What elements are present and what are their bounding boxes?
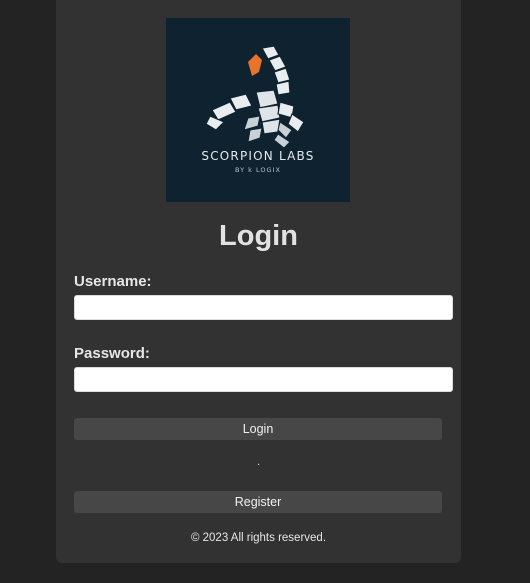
register-button[interactable]: Register [74, 491, 442, 513]
username-input[interactable] [74, 295, 453, 320]
logo-subtitle: BY k LOGIX [235, 166, 281, 174]
password-label: Password: [74, 345, 150, 362]
username-label: Username: [74, 273, 152, 290]
login-button[interactable]: Login [74, 418, 442, 440]
scorpion-labs-logo: SCORPION LABS BY k LOGIX [166, 18, 350, 202]
password-input[interactable] [74, 367, 453, 392]
separator-dot: . [256, 454, 261, 468]
page-title: Login [219, 220, 298, 252]
login-card: SCORPION LABS BY k LOGIX Login Username:… [56, 0, 461, 563]
scorpion-icon [205, 45, 305, 149]
logo-title: SCORPION LABS [201, 149, 315, 163]
copyright-footer: © 2023 All rights reserved. [190, 532, 327, 544]
